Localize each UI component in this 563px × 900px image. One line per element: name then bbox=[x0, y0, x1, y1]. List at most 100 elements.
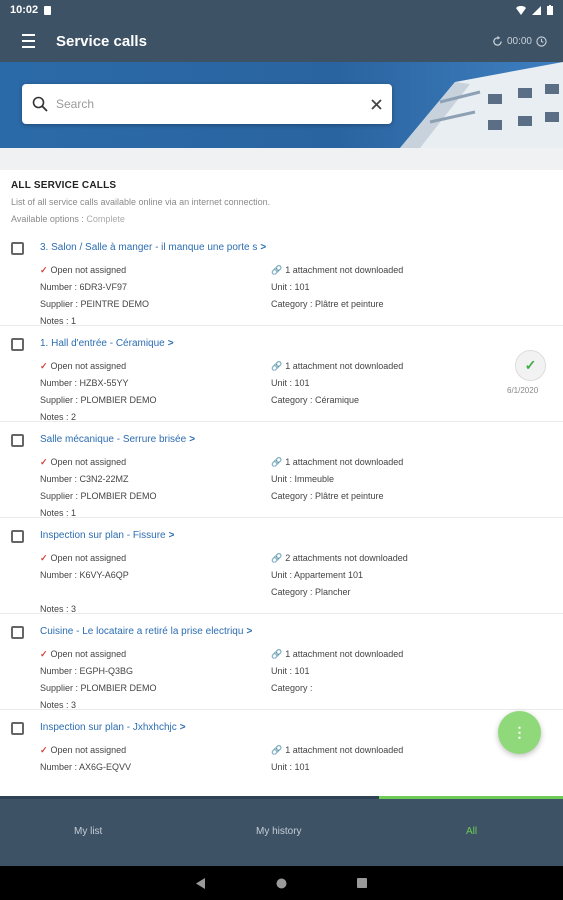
details-right: 🔗 2 attachments not downloaded Unit : Appa… bbox=[271, 550, 408, 601]
checkmark-icon: ✓ bbox=[40, 745, 48, 755]
attachment-link-icon: 🔗 bbox=[271, 745, 283, 755]
service-call-title: Salle mécanique - Serrure brisée bbox=[40, 434, 187, 445]
more-options-fab[interactable]: ⋮ bbox=[498, 711, 541, 754]
checkmark-icon: ✓ bbox=[40, 265, 48, 275]
unit: Unit : Immeuble bbox=[271, 474, 335, 484]
select-checkbox[interactable] bbox=[11, 338, 24, 351]
more-vert-icon: ⋮ bbox=[512, 724, 527, 740]
details-left: ✓ Open not assigned Number : EGPH-Q3BG Supp… bbox=[40, 646, 157, 714]
service-call-title-link[interactable]: 3. Salon / Salle à manger - il manque un… bbox=[40, 242, 266, 253]
bottom-navigation: My list My history All bbox=[0, 796, 563, 866]
system-navigation-bar bbox=[0, 866, 563, 900]
call-number: Number : HZBX-55YY bbox=[40, 378, 129, 388]
call-number: Number : 6DR3-VF97 bbox=[40, 282, 128, 292]
call-number: Number : K6VY-A6QP bbox=[40, 570, 129, 580]
attachment-link-icon: 🔗 bbox=[271, 265, 283, 275]
details-right: 🔗 1 attachment not downloaded Unit : 101 bbox=[271, 742, 403, 776]
service-call-title-link[interactable]: Inspection sur plan - Fissure > bbox=[40, 530, 174, 541]
timer-value: 00:00 bbox=[506, 35, 532, 47]
timer[interactable]: 00:00 bbox=[492, 35, 547, 47]
unit: Unit : 101 bbox=[271, 378, 310, 388]
tab-my-list[interactable]: My list bbox=[74, 826, 102, 837]
service-call-title: Inspection sur plan - Jxhxhchjc bbox=[40, 722, 177, 733]
list-header: ALL SERVICE CALLS List of all service ca… bbox=[0, 170, 563, 224]
supplier: Supplier : PLOMBIER DEMO bbox=[40, 395, 157, 405]
status-text: Open not assigned bbox=[50, 361, 127, 371]
status-text: Open not assigned bbox=[50, 649, 127, 659]
details-left: ✓ Open not assigned Number : 6DR3-VF97 Supp… bbox=[40, 262, 149, 330]
category: Category : Plancher bbox=[271, 587, 351, 597]
list-description: List of all service calls available onli… bbox=[11, 197, 271, 207]
list-item[interactable]: 3. Salon / Salle à manger - il manque un… bbox=[0, 230, 563, 326]
separator bbox=[0, 148, 563, 170]
service-call-list[interactable]: ALL SERVICE CALLS List of all service ca… bbox=[0, 170, 563, 796]
list-item[interactable]: 1. Hall d'entrée - Céramique > ✓ Open not a… bbox=[0, 326, 563, 422]
status-text: Open not assigned bbox=[50, 265, 127, 275]
tab-my-history[interactable]: My history bbox=[256, 826, 302, 837]
service-call-title: Cuisine - Le locataire a retiré la prise… bbox=[40, 626, 244, 637]
chevron-right-icon: > bbox=[246, 626, 253, 637]
wifi-icon bbox=[516, 5, 526, 15]
checkmark-icon: ✓ bbox=[40, 553, 48, 563]
service-call-title: 1. Hall d'entrée - Céramique bbox=[40, 338, 165, 349]
attachment-status: 1 attachment not downloaded bbox=[285, 457, 404, 467]
attachment-status: 1 attachment not downloaded bbox=[285, 649, 404, 659]
attachment-status: 1 attachment not downloaded bbox=[285, 361, 404, 371]
list-item[interactable]: Inspection sur plan - Fissure > ✓ Open not … bbox=[0, 518, 563, 614]
service-call-title-link[interactable]: Salle mécanique - Serrure brisée > bbox=[40, 434, 195, 445]
list-title: ALL SERVICE CALLS bbox=[11, 180, 117, 191]
search-input[interactable] bbox=[56, 97, 371, 111]
status-icons bbox=[516, 5, 553, 15]
details-left: ✓ Open not assigned Number : HZBX-55YY Supp… bbox=[40, 358, 157, 426]
battery-icon bbox=[547, 5, 553, 15]
attachment-link-icon: 🔗 bbox=[271, 649, 283, 659]
details-right: 🔗 1 attachment not downloaded Unit : Immeu… bbox=[271, 454, 403, 505]
chevron-right-icon: > bbox=[189, 434, 196, 445]
supplier bbox=[40, 776, 131, 793]
tab-all[interactable]: All bbox=[466, 826, 477, 837]
category: Category : bbox=[271, 683, 313, 693]
active-tab-indicator bbox=[379, 796, 563, 799]
clear-icon[interactable] bbox=[371, 98, 382, 110]
service-call-title: Inspection sur plan - Fissure bbox=[40, 530, 166, 541]
select-checkbox[interactable] bbox=[11, 434, 24, 447]
select-checkbox[interactable] bbox=[11, 722, 24, 735]
unit: Unit : 101 bbox=[271, 762, 310, 772]
home-icon[interactable] bbox=[276, 878, 287, 889]
back-icon[interactable] bbox=[196, 877, 206, 889]
details-right: 🔗 1 attachment not downloaded Unit : 101 Ca… bbox=[271, 262, 403, 313]
search-bar[interactable] bbox=[22, 84, 392, 124]
unit: Unit : Appartement 101 bbox=[271, 570, 364, 580]
chevron-right-icon: > bbox=[179, 722, 186, 733]
status-bar: 10:02 bbox=[0, 0, 563, 20]
status-text: Open not assigned bbox=[50, 457, 127, 467]
unit: Unit : 101 bbox=[271, 282, 310, 292]
service-call-title-link[interactable]: Inspection sur plan - Jxhxhchjc > bbox=[40, 722, 186, 733]
list-item[interactable]: Salle mécanique - Serrure brisée > ✓ Open n… bbox=[0, 422, 563, 518]
select-checkbox[interactable] bbox=[11, 242, 24, 255]
chevron-right-icon: > bbox=[168, 530, 175, 541]
search-icon bbox=[32, 96, 48, 112]
select-checkbox[interactable] bbox=[11, 530, 24, 543]
call-number: Number : AX6G-EQVV bbox=[40, 762, 132, 772]
clock-icon bbox=[536, 35, 547, 47]
attachment-link-icon: 🔗 bbox=[271, 457, 283, 467]
signal-icon bbox=[532, 5, 541, 15]
completed-check-icon[interactable]: ✓ bbox=[515, 350, 546, 381]
recents-icon[interactable] bbox=[357, 878, 367, 888]
service-call-title-link[interactable]: 1. Hall d'entrée - Céramique > bbox=[40, 338, 174, 349]
service-call-title-link[interactable]: Cuisine - Le locataire a retiré la prise… bbox=[40, 626, 252, 637]
select-checkbox[interactable] bbox=[11, 626, 24, 639]
details-right: 🔗 1 attachment not downloaded Unit : 101 Ca… bbox=[271, 646, 403, 697]
list-item[interactable]: Cuisine - Le locataire a retiré la prise… bbox=[0, 614, 563, 710]
attachment-link-icon: 🔗 bbox=[271, 361, 283, 371]
list-item[interactable]: Inspection sur plan - Jxhxhchjc > ✓ Open no… bbox=[0, 710, 563, 796]
attachment-status: 1 attachment not downloaded bbox=[285, 745, 404, 755]
options-value: Complete bbox=[86, 214, 125, 224]
call-number: Number : EGPH-Q3BG bbox=[40, 666, 134, 676]
attachment-status: 2 attachments not downloaded bbox=[285, 553, 408, 563]
timer-refresh-icon bbox=[493, 35, 502, 46]
details-left: ✓ Open not assigned Number : C3N2-22MZ Supp… bbox=[40, 454, 157, 522]
call-number: Number : C3N2-22MZ bbox=[40, 474, 129, 484]
menu-icon[interactable] bbox=[0, 20, 56, 62]
